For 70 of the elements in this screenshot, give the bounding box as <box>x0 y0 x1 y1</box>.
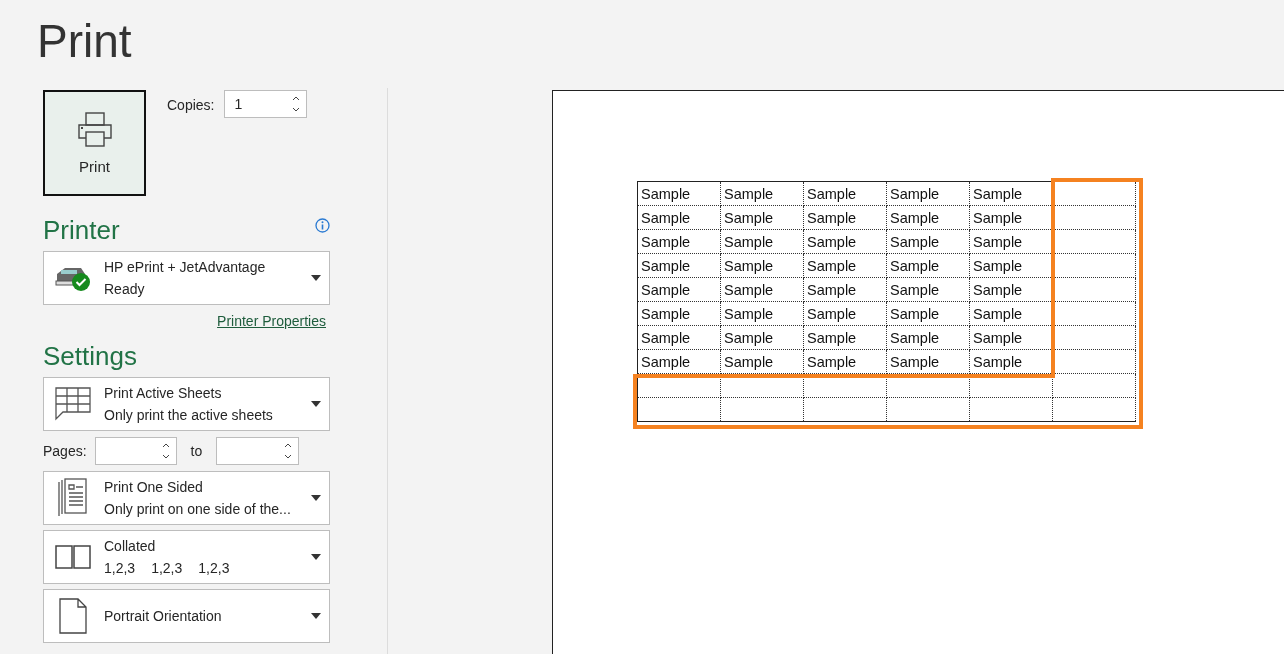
table-cell: Sample <box>803 253 887 278</box>
table-cell: Sample <box>637 301 721 326</box>
table-cell: Sample <box>720 301 804 326</box>
dropdown-arrow-icon <box>311 613 321 619</box>
table-cell: Sample <box>803 229 887 254</box>
table-cell: Sample <box>803 181 887 206</box>
spinner-arrows-icon[interactable] <box>284 442 293 460</box>
spinner-arrows-icon[interactable] <box>161 442 170 460</box>
table-cell: Sample <box>803 301 887 326</box>
document-pages-icon <box>58 478 88 518</box>
table-cell: Sample <box>720 325 804 350</box>
dropdown-arrow-icon <box>311 401 321 407</box>
portrait-page-icon <box>59 598 87 634</box>
spinner-arrows-icon[interactable] <box>292 95 301 113</box>
dropdown-arrow-icon <box>311 554 321 560</box>
table-cell: Sample <box>637 181 721 206</box>
table-cell: Sample <box>969 229 1053 254</box>
table-cell: Sample <box>969 277 1053 302</box>
table-cell: Sample <box>969 205 1053 230</box>
table-cell: Sample <box>803 325 887 350</box>
table-cell: Sample <box>720 277 804 302</box>
printer-icon <box>76 111 113 148</box>
table-cell: Sample <box>969 301 1053 326</box>
table-cell: Sample <box>720 349 804 374</box>
dropdown-arrow-icon <box>311 495 321 501</box>
print-button[interactable]: Print <box>43 90 146 196</box>
collate-pages-icon <box>55 545 91 569</box>
table-cell: Sample <box>886 181 970 206</box>
table-cell: Sample <box>637 253 721 278</box>
printer-heading: Printer <box>43 215 120 245</box>
settings-dropdown[interactable]: Portrait Orientation <box>43 589 330 643</box>
table-cell: Sample <box>886 325 970 350</box>
copies-field[interactable]: 1 <box>224 90 308 118</box>
settings-heading: Settings <box>43 341 137 371</box>
table-cell: Sample <box>886 301 970 326</box>
table-cell: Sample <box>803 205 887 230</box>
table-cell: Sample <box>886 205 970 230</box>
table-cell: Sample <box>720 229 804 254</box>
to-label: to <box>190 442 203 461</box>
table-cell: Sample <box>637 205 721 230</box>
printer-dropdown[interactable]: HP ePrint + JetAdvantage Ready <box>43 251 330 305</box>
dropdown-arrow-icon <box>311 275 321 281</box>
settings-dropdown[interactable]: Collated 1,2,3 1,2,3 1,2,3 <box>43 530 330 584</box>
printer-properties-link[interactable]: Printer Properties <box>217 313 326 329</box>
table-cell: Sample <box>969 253 1053 278</box>
table-cell: Sample <box>637 277 721 302</box>
pages-from-field[interactable] <box>94 437 177 465</box>
settings-dropdown[interactable]: Print One Sided Only print on one side of the... <box>43 471 330 525</box>
page-title: Print <box>37 14 133 68</box>
table-cell: Sample <box>969 325 1053 350</box>
table-cell: Sample <box>720 181 804 206</box>
info-icon[interactable] <box>315 218 330 233</box>
table-cell: Sample <box>720 205 804 230</box>
table-cell: Sample <box>969 181 1053 206</box>
table-cell: Sample <box>637 349 721 374</box>
table-cell: Sample <box>720 253 804 278</box>
table-cell: Sample <box>886 229 970 254</box>
settings-dropdown[interactable]: Print Active Sheets Only print the active sheets <box>43 377 330 431</box>
table-cell: Sample <box>803 349 887 374</box>
pages-to-field[interactable] <box>216 437 300 465</box>
pages-label: Pages: <box>43 442 87 461</box>
table-cell: Sample <box>886 277 970 302</box>
sheet-grid-icon <box>55 387 91 421</box>
copies-label: Copies: <box>167 96 215 115</box>
table-cell: Sample <box>886 349 970 374</box>
table-cell: Sample <box>637 325 721 350</box>
table-cell: Sample <box>886 253 970 278</box>
table-cell: Sample <box>969 349 1053 374</box>
table-cell: Sample <box>803 277 887 302</box>
table-cell: Sample <box>637 229 721 254</box>
